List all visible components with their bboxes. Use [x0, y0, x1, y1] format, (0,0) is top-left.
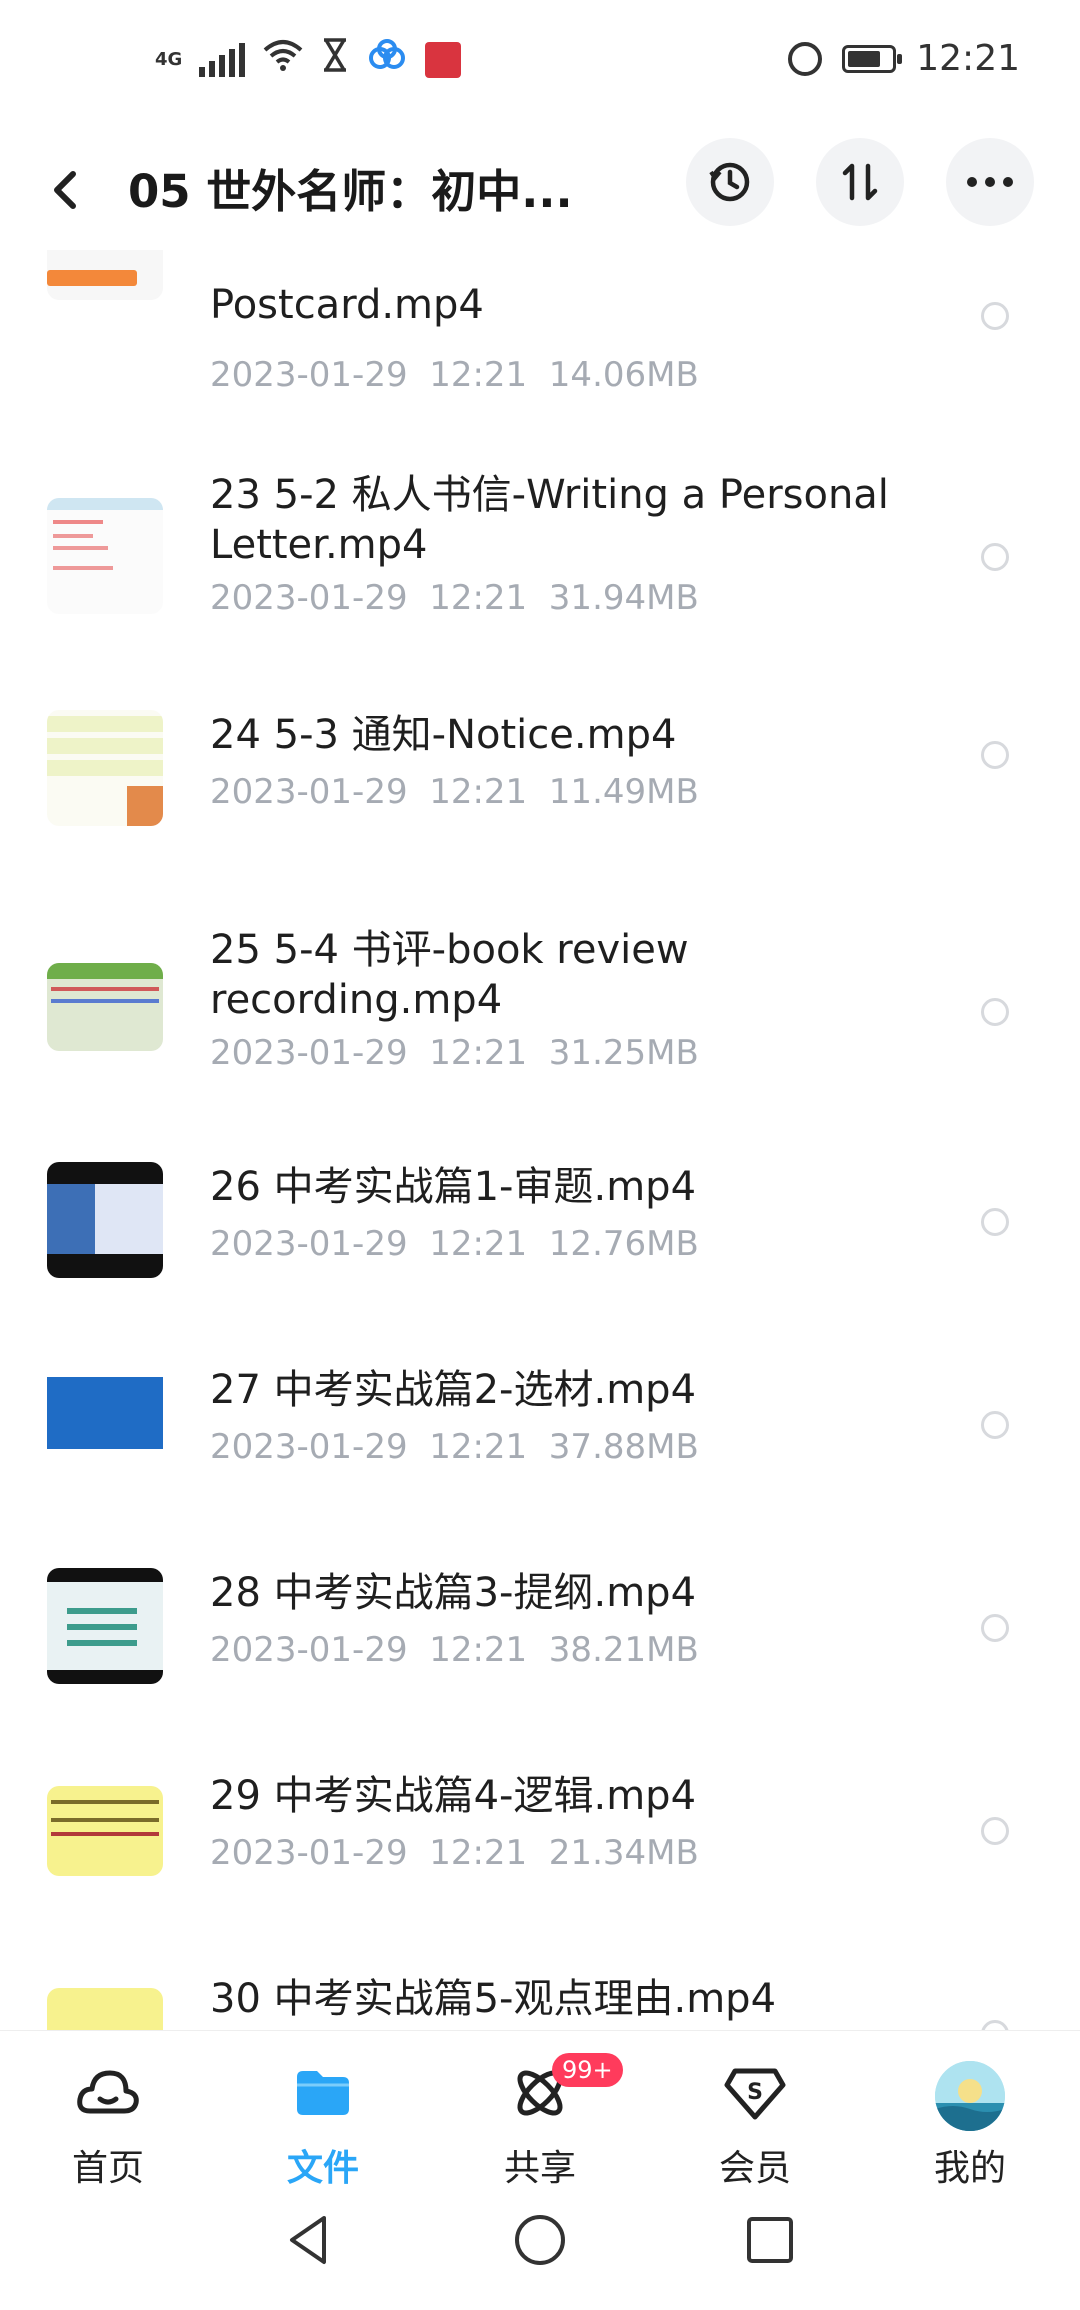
file-item[interactable]: 24 5-3 通知-Notice.mp4 2023-01-29 12:21 11…	[0, 710, 1080, 870]
file-meta: 2023-01-29 12:21 31.94MB	[210, 578, 699, 618]
status-time: 12:21	[916, 38, 1020, 79]
video-thumbnail	[47, 1162, 163, 1278]
header: 05 世外名师：初中...	[0, 130, 1080, 250]
more-button[interactable]	[946, 138, 1034, 226]
square-recents-icon	[747, 2217, 793, 2263]
sort-button[interactable]	[816, 138, 904, 226]
status-right: 12:21	[788, 38, 1020, 79]
file-meta: 2023-01-29 12:21 14.06MB	[210, 355, 699, 395]
wifi-icon	[263, 38, 303, 81]
system-recents-button[interactable]	[740, 2210, 800, 2270]
video-thumbnail	[47, 1365, 163, 1481]
history-button[interactable]	[686, 138, 774, 226]
file-title: 26 中考实战篇1-审题.mp4	[210, 1164, 697, 1210]
video-thumbnail	[47, 498, 163, 614]
file-list: Postcard.mp4 2023-01-29 12:21 14.06MB 23…	[0, 250, 1080, 2030]
battery-icon	[842, 44, 903, 73]
file-title: 25 5-4 书评-book review recording.mp4	[210, 927, 689, 1023]
nav-vip[interactable]: S 会员	[690, 2061, 820, 2191]
sort-icon	[842, 163, 878, 201]
status-left: 4G	[155, 38, 461, 81]
file-item[interactable]: 23 5-2 私人书信-Writing a Personal Letter.mp…	[0, 470, 1080, 670]
status-bar: 4G 12:21	[0, 0, 1080, 130]
chevron-left-icon	[54, 171, 76, 209]
share-orbit-icon: 99+	[508, 2053, 623, 2125]
select-radio[interactable]	[981, 1208, 1009, 1236]
video-thumbnail	[47, 963, 163, 1051]
select-radio[interactable]	[981, 1411, 1009, 1439]
network-type: 4G	[155, 48, 183, 70]
select-radio[interactable]	[981, 1614, 1009, 1642]
system-nav-bar	[0, 2190, 1080, 2310]
video-thumbnail	[47, 250, 163, 300]
file-title: 28 中考实战篇3-提纲.mp4	[210, 1570, 697, 1616]
nav-mine[interactable]: 我的	[905, 2061, 1035, 2191]
vip-diamond-icon: S	[723, 2061, 787, 2125]
nav-label: 首页	[71, 2148, 144, 2189]
system-home-button[interactable]	[510, 2210, 570, 2270]
file-title: 29 中考实战篇4-逻辑.mp4	[210, 1773, 697, 1819]
file-item[interactable]: 29 中考实战篇4-逻辑.mp4 2023-01-29 12:21 21.34M…	[0, 1771, 1080, 1931]
nav-label: 我的	[933, 2148, 1006, 2189]
more-icon	[967, 177, 1013, 187]
nav-label: 会员	[718, 2148, 791, 2189]
nav-label: 共享	[503, 2148, 576, 2189]
notification-badge: 99+	[552, 2053, 623, 2087]
home-cloud-icon	[76, 2061, 140, 2125]
page-title: 05 世外名师：初中...	[128, 165, 573, 218]
select-radio[interactable]	[981, 1817, 1009, 1845]
svg-text:S: S	[747, 2080, 763, 2105]
nav-home[interactable]: 首页	[43, 2061, 173, 2191]
folder-icon	[291, 2061, 355, 2125]
select-radio[interactable]	[981, 741, 1009, 769]
select-radio[interactable]	[981, 2020, 1009, 2030]
file-title: Postcard.mp4	[210, 282, 484, 328]
file-item[interactable]: 27 中考实战篇2-选材.mp4 2023-01-29 12:21 37.88M…	[0, 1365, 1080, 1525]
nav-share[interactable]: 99+ 共享	[475, 2053, 623, 2191]
select-radio[interactable]	[981, 998, 1009, 1026]
history-icon	[709, 162, 750, 202]
file-item[interactable]: 26 中考实战篇1-审题.mp4 2023-01-29 12:21 12.76M…	[0, 1162, 1080, 1322]
nav-label: 文件	[286, 2148, 359, 2189]
file-item[interactable]: Postcard.mp4 2023-01-29 12:21 14.06MB	[0, 250, 1080, 430]
app-notification-icon	[425, 41, 461, 78]
file-title: 23 5-2 私人书信-Writing a Personal Letter.mp…	[210, 472, 889, 568]
file-item[interactable]: 25 5-4 书评-book review recording.mp4 2023…	[0, 925, 1080, 1125]
file-title: 30 中考实战篇5-观点理由.mp4	[210, 1976, 777, 2022]
alarm-icon	[788, 41, 823, 76]
file-title: 27 中考实战篇2-选材.mp4	[210, 1367, 697, 1413]
file-meta: 2023-01-29 12:21 12.76MB	[210, 1224, 699, 1264]
video-thumbnail	[47, 710, 163, 826]
hourglass-icon	[321, 38, 349, 81]
signal-icon	[199, 42, 245, 77]
file-title: 24 5-3 通知-Notice.mp4	[210, 712, 677, 758]
file-meta: 2023-01-29 12:21 37.88MB	[210, 1427, 699, 1467]
cloud-app-icon	[367, 38, 407, 81]
video-thumbnail	[47, 1786, 163, 1876]
video-thumbnail	[47, 1568, 163, 1684]
avatar-icon	[935, 2061, 1005, 2131]
circle-home-icon	[515, 2215, 565, 2265]
file-item[interactable]: 30 中考实战篇5-观点理由.mp4	[0, 1974, 1080, 2030]
nav-files[interactable]: 文件	[258, 2061, 388, 2191]
file-meta: 2023-01-29 12:21 31.25MB	[210, 1033, 699, 1073]
file-meta: 2023-01-29 12:21 21.34MB	[210, 1833, 699, 1873]
select-radio[interactable]	[981, 302, 1009, 330]
back-button[interactable]	[45, 160, 95, 220]
file-meta: 2023-01-29 12:21 38.21MB	[210, 1630, 699, 1670]
file-item[interactable]: 28 中考实战篇3-提纲.mp4 2023-01-29 12:21 38.21M…	[0, 1568, 1080, 1728]
select-radio[interactable]	[981, 543, 1009, 571]
file-meta: 2023-01-29 12:21 11.49MB	[210, 772, 699, 812]
system-back-button[interactable]	[280, 2210, 340, 2270]
bottom-nav: 首页 文件 99+ 共享 S 会员 我的	[0, 2030, 1080, 2191]
triangle-back-icon	[290, 2216, 326, 2264]
video-thumbnail	[47, 1988, 163, 2030]
